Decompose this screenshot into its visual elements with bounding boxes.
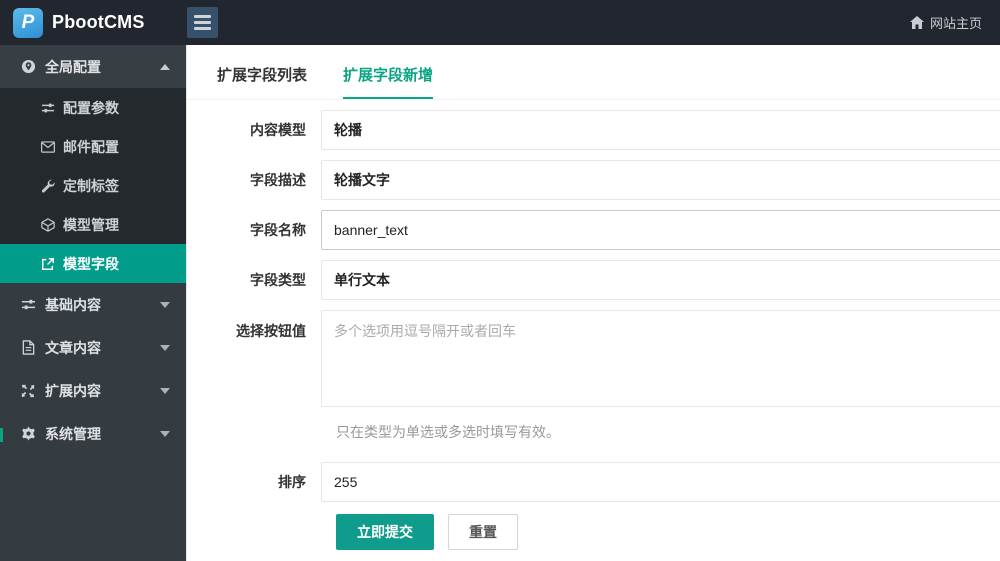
option-values-help-text: 只在类型为单选或多选时填写有效。 <box>336 424 560 440</box>
envelope-icon <box>40 139 55 154</box>
sidebar-item-model-fields[interactable]: 模型字段 <box>0 244 186 283</box>
field-type-label: 字段类型 <box>250 272 306 288</box>
chevron-down-icon <box>160 387 170 394</box>
content-model-select[interactable] <box>321 110 1000 150</box>
sidebar: 全局配置 配置参数 邮件配置 定制标签 模型管理 模型字段 基础内容 文章内容 … <box>0 45 186 561</box>
chevron-down-icon <box>160 344 170 351</box>
content-model-label: 内容模型 <box>250 122 306 138</box>
chevron-down-icon <box>160 430 170 437</box>
form-row-sort: 排序 <box>217 462 1000 502</box>
sidebar-item-label: 模型字段 <box>63 255 119 272</box>
logo-letter: P <box>21 12 35 33</box>
field-description-input[interactable] <box>321 160 1000 200</box>
hamburger-menu-icon[interactable] <box>187 7 218 38</box>
tab-bar: 扩展字段列表 扩展字段新增 <box>187 64 1000 100</box>
pbootcms-logo-icon: P <box>13 7 43 38</box>
reset-button[interactable]: 重置 <box>448 514 518 550</box>
sidebar-item-label: 定制标签 <box>63 177 119 194</box>
globe-icon <box>20 59 36 75</box>
sidebar-item-system-manage[interactable]: 系统管理 <box>0 412 186 455</box>
sidebar-item-extend-content[interactable]: 扩展内容 <box>0 369 186 412</box>
form-row-field-type: 字段类型 <box>217 260 1000 300</box>
sidebar-item-label: 全局配置 <box>45 58 101 75</box>
sidebar-item-basic-content[interactable]: 基础内容 <box>0 283 186 326</box>
form-row-option-values: 选择按钮值 <box>217 310 1000 412</box>
sidebar-item-label: 模型管理 <box>63 216 119 233</box>
sidebar-item-label: 基础内容 <box>45 296 101 313</box>
sidebar-item-config-params[interactable]: 配置参数 <box>0 88 186 127</box>
tab-field-list[interactable]: 扩展字段列表 <box>217 64 307 99</box>
option-values-textarea[interactable] <box>321 310 1000 407</box>
site-home-link[interactable]: 网站主页 <box>909 13 1000 32</box>
form-row-field-name: 字段名称 <box>217 210 1000 250</box>
sidebar-item-label: 扩展内容 <box>45 382 101 399</box>
top-bar: P PbootCMS 网站主页 <box>0 0 1000 45</box>
site-home-label: 网站主页 <box>929 16 982 31</box>
expand-arrows-icon <box>20 383 36 399</box>
option-values-label: 选择按钮值 <box>236 323 306 339</box>
sliders-icon <box>40 100 55 115</box>
sidebar-item-custom-tags[interactable]: 定制标签 <box>0 166 186 205</box>
field-type-select[interactable] <box>321 260 1000 300</box>
main-content: 扩展字段列表 扩展字段新增 内容模型 字段描述 字段名称 字段类型 选择按钮值 … <box>186 45 1000 561</box>
external-link-icon <box>40 256 55 271</box>
wrench-icon <box>40 178 55 193</box>
cube-icon <box>40 217 55 232</box>
sidebar-item-model-manage[interactable]: 模型管理 <box>0 205 186 244</box>
sidebar-item-label: 系统管理 <box>45 425 101 442</box>
sidebar-item-label: 文章内容 <box>45 339 101 356</box>
sliders-icon <box>20 297 36 313</box>
sort-input[interactable] <box>321 462 1000 502</box>
chevron-down-icon <box>160 301 170 308</box>
form-row-field-description: 字段描述 <box>217 160 1000 200</box>
home-icon <box>909 16 924 29</box>
brand-name: PbootCMS <box>52 12 145 32</box>
submit-button[interactable]: 立即提交 <box>336 514 434 550</box>
document-icon <box>20 340 36 356</box>
form-row-content-model: 内容模型 <box>217 110 1000 150</box>
brand: P PbootCMS <box>0 0 186 45</box>
form-actions: 立即提交 重置 <box>336 514 1000 550</box>
sidebar-item-global-config[interactable]: 全局配置 <box>0 45 186 88</box>
field-name-input[interactable] <box>321 210 1000 250</box>
field-name-label: 字段名称 <box>250 222 306 238</box>
gear-icon <box>20 426 36 442</box>
chevron-up-icon <box>160 63 170 70</box>
sidebar-scroll-indicator <box>0 428 3 442</box>
field-description-label: 字段描述 <box>250 172 306 188</box>
global-config-submenu: 配置参数 邮件配置 定制标签 模型管理 模型字段 <box>0 88 186 283</box>
field-add-form: 内容模型 字段描述 字段名称 字段类型 选择按钮值 只在类型为单选或多选时填写有… <box>187 100 1000 550</box>
sidebar-item-mail-config[interactable]: 邮件配置 <box>0 127 186 166</box>
sidebar-item-label: 配置参数 <box>63 99 119 116</box>
sidebar-item-label: 邮件配置 <box>63 138 119 155</box>
sort-label: 排序 <box>278 474 306 490</box>
sidebar-item-article-content[interactable]: 文章内容 <box>0 326 186 369</box>
tab-field-add[interactable]: 扩展字段新增 <box>343 64 434 99</box>
